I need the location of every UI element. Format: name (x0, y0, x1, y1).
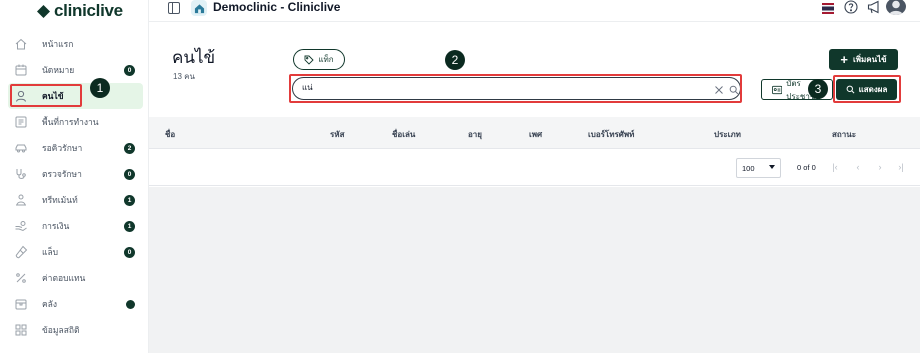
sidebar-item-lab[interactable]: แล็บ 0 (8, 239, 143, 265)
column-header-phone[interactable]: เบอร์โทรศัพท์ (588, 128, 634, 141)
patient-count: 13 คน (173, 72, 195, 81)
help-icon[interactable] (844, 0, 858, 14)
sidebar-item-label: พื้นที่การทำงาน (42, 117, 99, 127)
sidebar-item-label: คลัง (42, 299, 58, 309)
column-header-type[interactable]: ประเภท (714, 128, 741, 141)
column-header-age[interactable]: อายุ (468, 128, 482, 141)
rows-per-page-select[interactable]: 100 (736, 158, 781, 178)
last-page-icon[interactable]: ›| (896, 162, 906, 172)
sidebar-item-label: หน้าแรก (42, 39, 74, 49)
window-title: Democlinic - Cliniclive (213, 0, 341, 14)
step-marker-2: 2 (445, 50, 465, 70)
workspace-icon (14, 115, 28, 129)
add-patient-button[interactable]: + เพิ่มคนไข้ (829, 49, 898, 70)
step-marker-3: 3 (808, 79, 828, 99)
rows-per-page-value: 100 (742, 163, 755, 173)
sidebar-item-treatment[interactable]: ทรีทเม้นท์ 1 (8, 187, 143, 213)
sidebar-item-label: ข้อมูลสถิติ (42, 325, 80, 335)
status-dot (126, 300, 135, 309)
tag-button-label: แท็ก (318, 55, 334, 64)
logo-diamond-icon (37, 4, 50, 18)
column-header-nickname[interactable]: ชื่อเล่น (392, 128, 415, 141)
table-empty-area (149, 187, 920, 353)
car-icon (14, 141, 28, 155)
avatar-icon[interactable] (886, 0, 906, 15)
sidebar-item-compensation[interactable]: ค่าตอบแทน (8, 265, 143, 291)
page-title: คนไข้ (172, 48, 216, 67)
main-content: คนไข้ 13 คน แท็ก + เพิ่มคนไข้ 2 บัตรประช… (149, 22, 920, 353)
sidebar-item-finance[interactable]: การเงิน 1 (8, 213, 143, 239)
sidebar-item-inventory[interactable]: คลัง (8, 291, 143, 317)
chevron-down-icon (769, 165, 775, 169)
clinic-home-icon[interactable] (191, 0, 207, 16)
tag-filter-button[interactable]: แท็ก (293, 49, 345, 70)
thai-flag-icon[interactable] (822, 1, 834, 14)
pagination-range: 0 of 0 (797, 163, 816, 172)
sidebar-item-label: ค่าตอบแทน (42, 273, 86, 283)
highlight-box-show (833, 75, 901, 103)
app-root: cliniclive หน้าแรก นัดหมาย 0 คนไข้ พื้นท… (0, 0, 920, 353)
first-page-icon[interactable]: |‹ (830, 162, 840, 172)
table-header: ชื่อ รหัส ชื่อเล่น อายุ เพศ เบอร์โทรศัพท… (149, 117, 920, 149)
highlight-box-search (289, 74, 742, 103)
count-badge: 1 (124, 221, 135, 232)
panel-toggle-icon[interactable] (168, 1, 180, 14)
sidebar-item-home[interactable]: หน้าแรก (8, 31, 143, 57)
prev-page-icon[interactable]: ‹ (853, 162, 863, 172)
count-badge: 0 (124, 169, 135, 180)
sidebar-item-label: นัดหมาย (42, 65, 75, 75)
sidebar-item-examination[interactable]: ตรวจรักษา 0 (8, 161, 143, 187)
sidebar-item-label: ทรีทเม้นท์ (42, 195, 78, 205)
next-page-icon[interactable]: › (875, 162, 885, 172)
count-badge: 0 (124, 65, 135, 76)
home-icon (14, 37, 28, 51)
treatment-icon (14, 193, 28, 207)
sidebar: cliniclive หน้าแรก นัดหมาย 0 คนไข้ พื้นท… (0, 0, 149, 353)
count-badge: 0 (124, 247, 135, 258)
tag-icon (304, 55, 314, 65)
count-badge: 2 (124, 143, 135, 154)
calendar-icon (14, 63, 28, 77)
plus-icon: + (840, 52, 848, 67)
column-header-sex[interactable]: เพศ (529, 128, 542, 141)
sidebar-item-workspace[interactable]: พื้นที่การทำงาน (8, 109, 143, 135)
logo[interactable]: cliniclive (37, 1, 123, 20)
column-header-status[interactable]: สถานะ (832, 128, 856, 141)
add-button-label: เพิ่มคนไข้ (853, 55, 887, 64)
stats-icon (14, 323, 28, 337)
column-header-name[interactable]: ชื่อ (165, 128, 175, 141)
payment-icon (14, 219, 28, 233)
id-card-icon (772, 85, 783, 94)
count-badge: 1 (124, 195, 135, 206)
sidebar-item-label: รอคิวรักษา (42, 143, 83, 153)
step-marker-1: 1 (90, 78, 110, 98)
sidebar-item-label: การเงิน (42, 221, 70, 231)
inventory-icon (14, 297, 28, 311)
top-bar: Democlinic - Cliniclive (149, 0, 920, 22)
sidebar-item-label: ตรวจรักษา (42, 169, 82, 179)
sidebar-item-queue[interactable]: รอคิวรักษา 2 (8, 135, 143, 161)
stethoscope-icon (14, 167, 28, 181)
percent-icon (14, 271, 28, 285)
sidebar-item-appointments[interactable]: นัดหมาย 0 (8, 57, 143, 83)
pagination-bar: 100 0 of 0 |‹ ‹ › ›| (149, 149, 920, 186)
megaphone-icon[interactable] (867, 0, 881, 14)
logo-text: cliniclive (54, 1, 123, 20)
sidebar-nav: หน้าแรก นัดหมาย 0 คนไข้ พื้นที่การทำงาน … (8, 31, 143, 343)
lab-icon (14, 245, 28, 259)
highlight-box-nav (10, 84, 82, 107)
sidebar-item-statistics[interactable]: ข้อมูลสถิติ (8, 317, 143, 343)
column-header-code[interactable]: รหัส (330, 128, 344, 141)
sidebar-item-label: แล็บ (42, 247, 59, 257)
